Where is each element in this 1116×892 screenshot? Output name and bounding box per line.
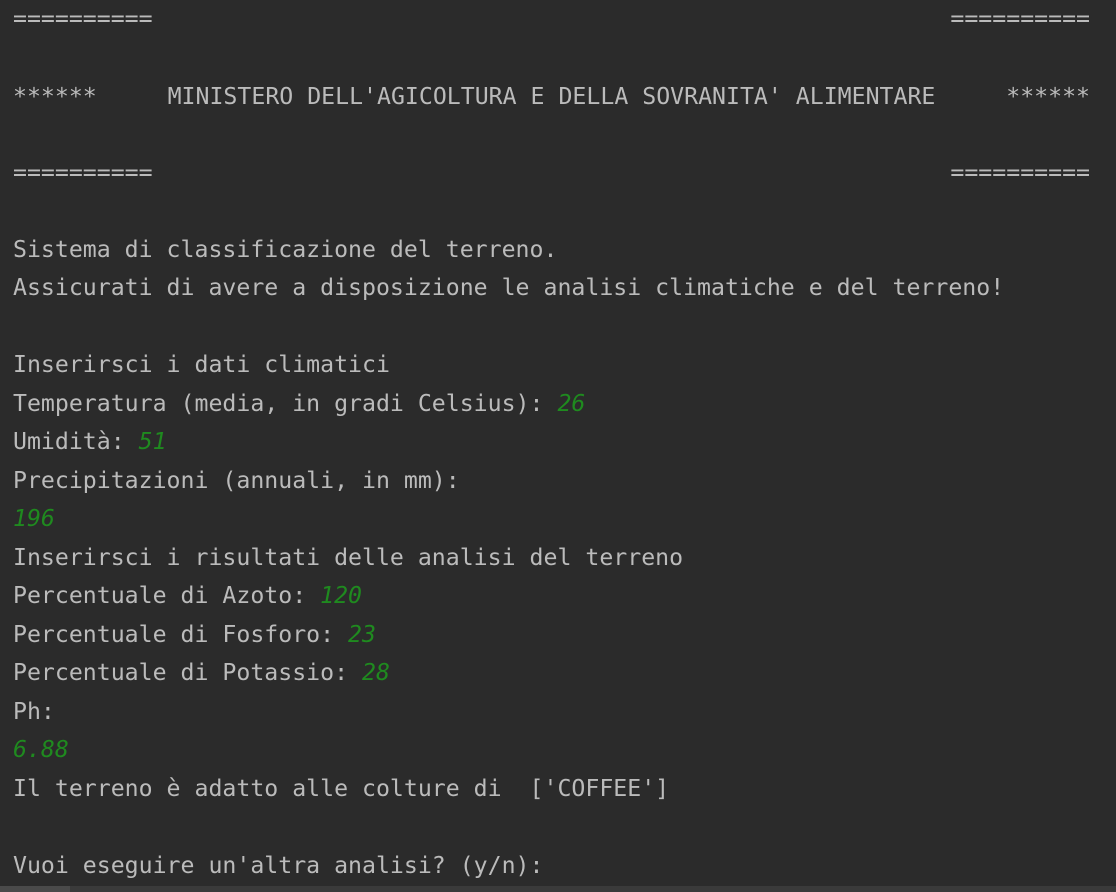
rain-input-value: 196 [13, 505, 55, 532]
phosphorus-input-value: 23 [348, 621, 376, 648]
again-prompt[interactable]: Vuoi eseguire un'altra analisi? (y/n): [13, 847, 1090, 885]
horizontal-scrollbar[interactable] [0, 886, 1116, 892]
nitrogen-input-value: 120 [320, 582, 363, 609]
temperature-prompt: Temperatura (media, in gradi Celsius): [13, 390, 558, 417]
humidity-prompt: Umidità: [13, 428, 139, 455]
nitrogen-line: Percentuale di Azoto: 120 [13, 577, 1090, 615]
nitrogen-prompt: Percentuale di Azoto: [13, 582, 321, 609]
rule-right: ========== [950, 5, 1090, 32]
stars-right: ****** [1006, 83, 1090, 110]
phosphorus-prompt: Percentuale di Fosforo: [13, 621, 349, 648]
potassium-input-value: 28 [362, 659, 390, 686]
humidity-input-value: 51 [138, 428, 167, 455]
stars-left: ****** [13, 83, 97, 110]
banner-title: MINISTERO DELL'AGICOLTURA E DELLA SOVRAN… [167, 83, 936, 110]
soil-heading: Inserirsci i risultati delle analisi del… [13, 544, 684, 571]
temperature-input-value: 26 [557, 390, 586, 417]
climate-heading: Inserirsci i dati climatici [13, 351, 390, 378]
potassium-line: Percentuale di Potassio: 28 [13, 654, 1090, 692]
rule-left: ========== [13, 159, 153, 186]
potassium-prompt: Percentuale di Potassio: [13, 659, 363, 686]
console-output[interactable]: ========== ========== ****** MINISTERO D… [0, 0, 1116, 892]
banner-top-rule: ========== ========== [13, 0, 1090, 38]
banner-title-line: ****** MINISTERO DELL'AGICOLTURA E DELLA… [13, 78, 1090, 116]
intro-line-1: Sistema di classificazione del terreno. [13, 236, 558, 263]
humidity-line: Umidità: 51 [13, 423, 1090, 461]
banner-bottom-rule: ========== ========== [13, 154, 1090, 192]
ph-prompt: Ph: [13, 698, 55, 725]
result-line: Il terreno è adatto alle colture di ['CO… [13, 775, 670, 802]
rule-right: ========== [950, 159, 1090, 186]
scrollbar-thumb[interactable] [0, 886, 70, 892]
ph-input-value: 6.88 [13, 736, 69, 763]
intro-line-2: Assicurati di avere a disposizione le an… [13, 274, 1005, 301]
rain-prompt: Precipitazioni (annuali, in mm): [13, 467, 460, 494]
phosphorus-line: Percentuale di Fosforo: 23 [13, 616, 1090, 654]
temperature-line: Temperatura (media, in gradi Celsius): 2… [13, 385, 1090, 423]
rule-left: ========== [13, 5, 153, 32]
